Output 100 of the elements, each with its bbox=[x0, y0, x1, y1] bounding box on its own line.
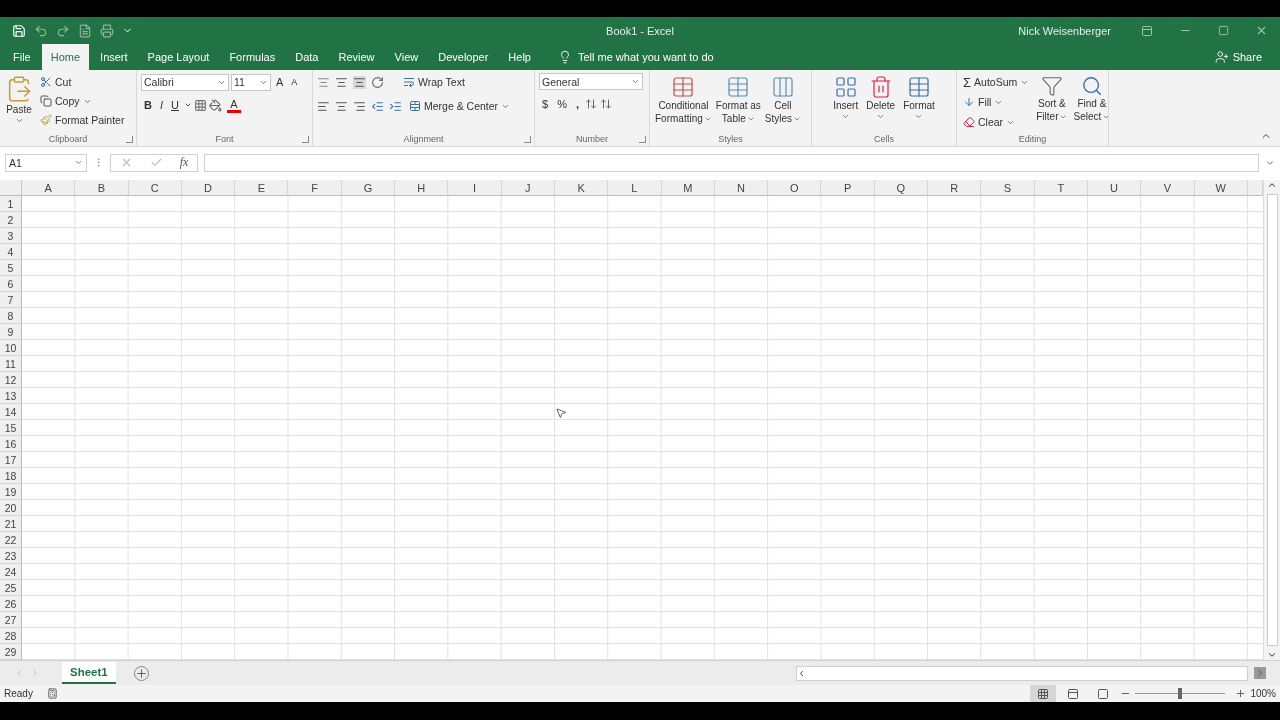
row-header[interactable]: 4 bbox=[0, 244, 22, 261]
styles-button[interactable]: Format as Table bbox=[714, 73, 762, 133]
column-header[interactable]: I bbox=[448, 180, 502, 197]
ribbon-tab[interactable]: Insert bbox=[91, 44, 137, 71]
row-header[interactable]: 18 bbox=[0, 468, 22, 485]
grow-font-button[interactable]: A bbox=[273, 73, 287, 92]
row-header[interactable]: 26 bbox=[0, 596, 22, 613]
column-header[interactable]: E bbox=[235, 180, 289, 197]
shrink-font-button[interactable]: A bbox=[288, 73, 301, 92]
merge-center-button[interactable]: Merge & Center bbox=[407, 97, 513, 116]
column-header[interactable]: B bbox=[75, 180, 129, 197]
column-header[interactable]: M bbox=[661, 180, 715, 197]
column-header[interactable]: U bbox=[1087, 180, 1142, 197]
middle-align-icon[interactable] bbox=[335, 75, 348, 89]
styles-button[interactable]: Cell Styles bbox=[763, 73, 803, 133]
cut-button[interactable]: Cut bbox=[38, 73, 127, 92]
format-painter-button[interactable]: Format Painter bbox=[38, 111, 127, 130]
row-header[interactable]: 14 bbox=[0, 404, 22, 421]
ribbon-tab[interactable]: Help bbox=[499, 44, 540, 71]
row-header[interactable]: 9 bbox=[0, 324, 22, 341]
ribbon-tab[interactable]: View bbox=[385, 44, 428, 71]
font-color-button[interactable]: A bbox=[223, 96, 244, 115]
column-header[interactable]: D bbox=[181, 180, 236, 197]
styles-button[interactable]: Conditional Formatting bbox=[654, 73, 713, 133]
ribbon-tab[interactable]: Home bbox=[41, 44, 90, 71]
column-header[interactable]: L bbox=[608, 180, 662, 197]
row-header[interactable]: 15 bbox=[0, 420, 22, 437]
row-header[interactable]: 11 bbox=[0, 356, 22, 373]
print-icon[interactable] bbox=[100, 23, 114, 38]
row-header[interactable]: 5 bbox=[0, 260, 22, 277]
row-header[interactable]: 19 bbox=[0, 484, 22, 501]
number-format-dropdown[interactable]: General bbox=[539, 73, 643, 91]
sort-filter-button[interactable]: Sort & Filter bbox=[1035, 73, 1069, 133]
column-header[interactable]: K bbox=[554, 180, 609, 197]
align-left-icon[interactable] bbox=[317, 99, 330, 113]
normal-view-button[interactable] bbox=[1030, 685, 1057, 702]
ribbon-tab[interactable]: File bbox=[4, 44, 40, 71]
zoom-in-icon[interactable] bbox=[1235, 688, 1247, 699]
find-select-button[interactable]: Find & Select bbox=[1072, 73, 1108, 133]
paste-button[interactable]: Paste bbox=[4, 73, 34, 133]
column-header[interactable]: W bbox=[1194, 180, 1248, 197]
column-header[interactable]: O bbox=[768, 180, 822, 197]
column-header[interactable]: H bbox=[395, 180, 449, 197]
row-header[interactable]: 28 bbox=[0, 628, 22, 645]
row-header[interactable]: 1 bbox=[0, 196, 22, 213]
row-header[interactable]: 29 bbox=[0, 644, 22, 661]
row-header[interactable]: 22 bbox=[0, 532, 22, 549]
ribbon-options-icon[interactable] bbox=[1141, 24, 1153, 37]
column-header[interactable]: T bbox=[1034, 180, 1088, 197]
sheet-tab[interactable]: Sheet1 bbox=[62, 662, 116, 685]
share-button[interactable]: Share bbox=[1208, 44, 1268, 71]
row-header[interactable]: 16 bbox=[0, 436, 22, 453]
clear-button[interactable]: Clear bbox=[961, 113, 1032, 132]
row-header[interactable]: 2 bbox=[0, 212, 22, 229]
borders-icon[interactable] bbox=[193, 98, 207, 112]
font-name-dropdown[interactable]: Calibri bbox=[141, 73, 229, 91]
cells-button[interactable]: Delete bbox=[865, 73, 897, 133]
row-header[interactable]: 7 bbox=[0, 292, 22, 309]
ribbon-tab[interactable]: Formulas bbox=[220, 44, 285, 71]
dialog-launcher-icon[interactable] bbox=[524, 135, 531, 143]
row-header[interactable]: 25 bbox=[0, 580, 22, 597]
currency-button[interactable]: $ bbox=[539, 95, 552, 114]
row-header[interactable]: 13 bbox=[0, 388, 22, 405]
row-header[interactable]: 20 bbox=[0, 500, 22, 517]
cells-button[interactable]: Insert bbox=[832, 73, 860, 133]
row-header[interactable]: 10 bbox=[0, 340, 22, 357]
fill-color-icon[interactable] bbox=[208, 98, 222, 112]
column-header[interactable]: C bbox=[128, 180, 182, 197]
column-header[interactable]: V bbox=[1141, 180, 1195, 197]
top-align-icon[interactable] bbox=[317, 75, 330, 89]
fill-button[interactable]: Fill bbox=[961, 93, 1032, 112]
percent-button[interactable]: % bbox=[554, 95, 570, 114]
dialog-launcher-icon[interactable] bbox=[639, 135, 646, 143]
vertical-scrollbar[interactable] bbox=[1263, 180, 1280, 661]
document-icon[interactable] bbox=[78, 23, 92, 38]
column-header[interactable]: R bbox=[928, 180, 982, 197]
italic-button[interactable]: I bbox=[156, 96, 166, 115]
save-icon[interactable] bbox=[12, 23, 26, 38]
row-header[interactable]: 12 bbox=[0, 372, 22, 389]
orientation-icon[interactable] bbox=[371, 75, 384, 89]
ribbon-tab[interactable]: Developer bbox=[429, 44, 498, 71]
scroll-right-icon[interactable] bbox=[1254, 667, 1266, 680]
align-center-icon[interactable] bbox=[335, 99, 348, 113]
formula-input[interactable] bbox=[204, 153, 1259, 172]
maximize-icon[interactable] bbox=[1218, 25, 1229, 37]
dialog-launcher-icon[interactable] bbox=[302, 135, 309, 143]
row-header[interactable]: 3 bbox=[0, 228, 22, 245]
copy-button[interactable]: Copy bbox=[38, 92, 127, 111]
cells-button[interactable]: Format bbox=[902, 73, 936, 133]
zoom-thumb[interactable] bbox=[1178, 688, 1183, 699]
comma-button[interactable]: , bbox=[572, 95, 582, 114]
name-box[interactable]: A1 bbox=[5, 153, 87, 172]
row-header[interactable]: 17 bbox=[0, 452, 22, 469]
underline-button[interactable]: U bbox=[168, 96, 182, 115]
column-header[interactable]: S bbox=[981, 180, 1035, 197]
bold-button[interactable]: B bbox=[141, 96, 155, 115]
column-header[interactable]: A bbox=[22, 180, 76, 197]
ribbon-tab[interactable]: Page Layout bbox=[138, 44, 219, 71]
insert-function-button[interactable]: fx bbox=[179, 155, 189, 171]
ribbon-tab[interactable]: Data bbox=[286, 44, 328, 71]
